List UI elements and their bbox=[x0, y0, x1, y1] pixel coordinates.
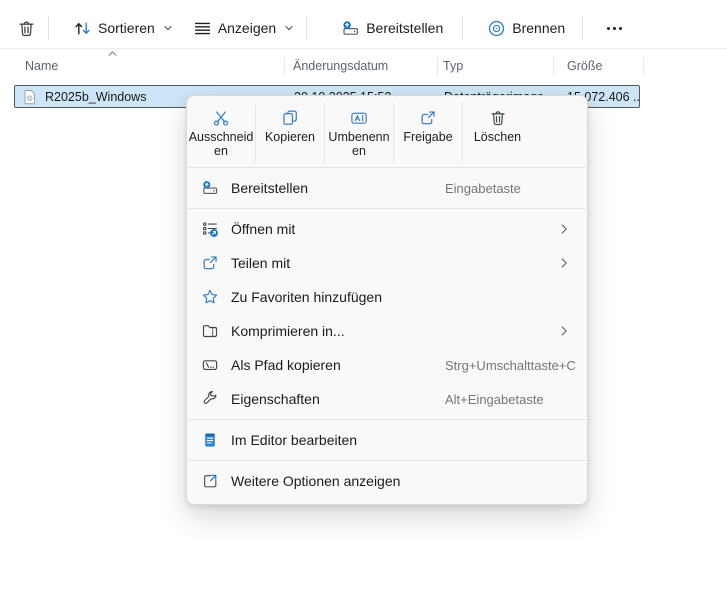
toolbar: Sortieren Anzeigen bbox=[0, 0, 727, 49]
toolbar-divider bbox=[462, 16, 463, 40]
burn-disc-icon bbox=[487, 19, 506, 38]
menu-item-label: Eigenschaften bbox=[231, 391, 320, 407]
sort-button-label: Sortieren bbox=[98, 20, 155, 36]
chevron-right-icon bbox=[557, 222, 571, 236]
copy-label: Kopieren bbox=[265, 130, 315, 144]
menu-item-label: Komprimieren in... bbox=[231, 323, 345, 339]
menu-item-properties[interactable]: Eigenschaften Alt+Eingabetaste bbox=[191, 382, 583, 416]
trash-icon bbox=[489, 109, 507, 127]
expand-icon bbox=[201, 472, 219, 490]
burn-button-label: Brennen bbox=[512, 20, 565, 36]
chevron-right-icon bbox=[557, 324, 571, 338]
menu-item-label: Öffnen mit bbox=[231, 221, 295, 237]
column-divider bbox=[284, 57, 285, 76]
sort-ascending-icon bbox=[106, 49, 119, 58]
cut-label: Ausschneiden bbox=[187, 130, 255, 158]
scissors-icon bbox=[212, 109, 230, 127]
mount-icon bbox=[341, 20, 360, 37]
column-divider bbox=[437, 57, 438, 76]
mount-icon bbox=[201, 179, 219, 197]
chevron-down-icon bbox=[163, 23, 173, 33]
toolbar-divider bbox=[306, 16, 307, 40]
column-headers: Name Änderungsdatum Typ Größe bbox=[0, 55, 727, 79]
menu-item-label: Als Pfad kopieren bbox=[231, 357, 341, 373]
menu-item-shortcut: Eingabetaste bbox=[445, 181, 521, 196]
delete-button[interactable] bbox=[10, 11, 43, 45]
delete-label: Löschen bbox=[474, 130, 521, 144]
toolbar-divider bbox=[48, 16, 49, 40]
explorer-window: Sortieren Anzeigen bbox=[0, 0, 727, 599]
menu-item-label: Zu Favoriten hinzufügen bbox=[231, 289, 382, 305]
share-label: Freigabe bbox=[403, 130, 452, 144]
disc-image-file-icon bbox=[22, 89, 37, 105]
menu-item-open-with[interactable]: Öffnen mit bbox=[191, 212, 583, 246]
share-icon bbox=[419, 109, 437, 127]
menu-item-share-with[interactable]: Teilen mit bbox=[191, 246, 583, 280]
column-header-size[interactable]: Größe bbox=[567, 59, 602, 73]
view-button[interactable]: Anzeigen bbox=[186, 11, 301, 45]
burn-button[interactable]: Brennen bbox=[480, 11, 572, 45]
cut-button[interactable]: Ausschneiden bbox=[187, 102, 256, 164]
menu-item-label: Weitere Optionen anzeigen bbox=[231, 473, 400, 489]
column-header-modified[interactable]: Änderungsdatum bbox=[293, 59, 388, 73]
column-divider bbox=[553, 57, 554, 76]
wrench-icon bbox=[201, 390, 219, 408]
delete-button[interactable]: Löschen bbox=[463, 102, 532, 164]
menu-item-mount[interactable]: Bereitstellen Eingabetaste bbox=[191, 171, 583, 205]
menu-item-shortcut: Alt+Eingabetaste bbox=[445, 392, 544, 407]
menu-item-compress-to[interactable]: Komprimieren in... bbox=[191, 314, 583, 348]
menu-item-label: Bereitstellen bbox=[231, 180, 308, 196]
sort-button[interactable]: Sortieren bbox=[66, 11, 180, 45]
copy-icon bbox=[281, 109, 299, 127]
menu-separator bbox=[188, 167, 586, 168]
sort-arrows-icon bbox=[73, 19, 92, 38]
menu-item-shortcut: Strg+Umschalttaste+C bbox=[445, 358, 576, 373]
menu-separator bbox=[188, 208, 586, 209]
chevron-down-icon bbox=[284, 23, 294, 33]
menu-item-show-more-options[interactable]: Weitere Optionen anzeigen bbox=[191, 464, 583, 498]
view-lines-icon bbox=[193, 19, 212, 38]
menu-item-add-to-favorites[interactable]: Zu Favoriten hinzufügen bbox=[191, 280, 583, 314]
column-header-type[interactable]: Typ bbox=[443, 59, 463, 73]
mount-button[interactable]: Bereitstellen bbox=[334, 11, 450, 45]
menu-separator bbox=[188, 460, 586, 461]
rename-icon bbox=[350, 109, 368, 127]
folder-zip-icon bbox=[201, 322, 219, 340]
menu-item-edit-in-notepad[interactable]: Im Editor bearbeiten bbox=[191, 423, 583, 457]
rename-button[interactable]: Umbenennen bbox=[325, 102, 394, 164]
toolbar-divider bbox=[582, 16, 583, 40]
trash-icon bbox=[17, 19, 36, 38]
copy-button[interactable]: Kopieren bbox=[256, 102, 325, 164]
menu-item-copy-as-path[interactable]: Als Pfad kopieren Strg+Umschalttaste+C bbox=[191, 348, 583, 382]
file-name: R2025b_Windows bbox=[45, 90, 146, 104]
copy-path-icon bbox=[201, 356, 219, 374]
star-icon bbox=[201, 288, 219, 306]
context-menu-icon-bar: Ausschneiden Kopieren bbox=[187, 100, 587, 164]
share-button[interactable]: Freigabe bbox=[394, 102, 463, 164]
open-with-icon bbox=[201, 220, 219, 238]
column-header-name[interactable]: Name bbox=[25, 59, 58, 73]
share-icon bbox=[201, 254, 219, 272]
more-options-button[interactable] bbox=[594, 11, 635, 45]
column-divider bbox=[643, 57, 644, 76]
rename-label: Umbenennen bbox=[325, 130, 393, 158]
mount-button-label: Bereitstellen bbox=[366, 20, 443, 36]
menu-separator bbox=[188, 419, 586, 420]
context-menu: Ausschneiden Kopieren bbox=[186, 95, 588, 505]
chevron-right-icon bbox=[557, 256, 571, 270]
notepad-icon bbox=[201, 431, 219, 449]
more-icon bbox=[601, 27, 628, 30]
menu-item-label: Teilen mit bbox=[231, 255, 290, 271]
view-button-label: Anzeigen bbox=[218, 20, 276, 36]
menu-item-label: Im Editor bearbeiten bbox=[231, 432, 357, 448]
